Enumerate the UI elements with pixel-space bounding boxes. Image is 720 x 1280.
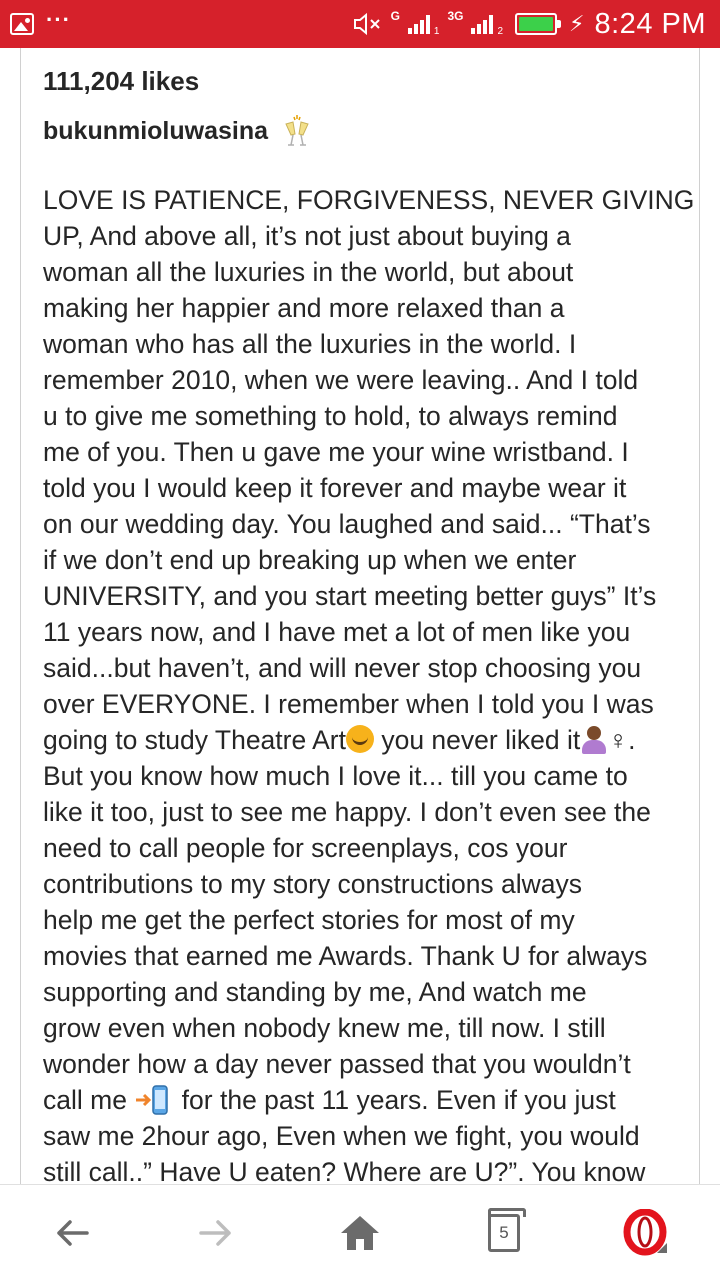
caption-line: But you know how much I love it... till …: [43, 761, 628, 791]
username-link[interactable]: bukunmioluwasina: [43, 117, 268, 146]
sim2-label: 2: [497, 26, 504, 37]
caption-line: woman all the luxuries in the world, but…: [43, 257, 574, 287]
caption-text: LOVE IS PATIENCE, FORGIVENESS, NEVER GIV…: [43, 182, 695, 1184]
caption-line-emoji: call me for the past 11 years. Even if y…: [43, 1082, 687, 1118]
forward-button[interactable]: [186, 1205, 246, 1261]
caption-segment: ♀.: [608, 725, 636, 755]
opera-logo-icon: [623, 1209, 667, 1256]
opera-menu-button[interactable]: [618, 1205, 678, 1261]
caption-line: like it too, just to see me happy. I don…: [43, 797, 651, 827]
caption-header: bukunmioluwasina: [43, 113, 687, 149]
tabs-icon: 5: [488, 1208, 526, 1252]
caption-line: movies that earned me Awards. Thank U fo…: [43, 941, 648, 971]
network-type-label: G: [390, 9, 400, 23]
caption-line: still call..” Have U eaten? Where are U?…: [43, 1157, 646, 1184]
image-notification-icon: [10, 13, 34, 35]
browser-bottom-nav: 5: [0, 1184, 720, 1280]
post-content[interactable]: 111,204 likes bukunmioluwasina LOVE IS P…: [20, 48, 700, 1184]
caption-segment: you never liked it: [373, 725, 581, 755]
arrow-left-icon: [57, 1220, 89, 1246]
caption-line: if we don’t end up breaking up when we e…: [43, 545, 577, 575]
caption-line-emoji: going to study Theatre Art you never lik…: [43, 722, 687, 758]
caption-line: wonder how a day never passed that you w…: [43, 1049, 631, 1079]
home-button[interactable]: [330, 1205, 390, 1261]
back-button[interactable]: [42, 1205, 102, 1261]
mobile-phone-arrow-emoji-icon: [136, 1085, 169, 1115]
charging-icon: ⚡︎: [569, 11, 585, 36]
network-type-label-2: 3G: [447, 9, 464, 23]
caption-line: grow even when nobody knew me, till now.…: [43, 1013, 606, 1043]
caption-line: on our wedding day. You laughed and said…: [43, 509, 651, 539]
caption-line: UP, And above all, it’s not just about b…: [43, 221, 571, 251]
caption-line: me of you. Then u gave me your wine wris…: [43, 437, 629, 467]
battery-icon: [515, 13, 562, 35]
clock: 8:24 PM: [594, 7, 706, 40]
status-bar: ··· G 1 3G 2 ⚡︎ 8:24 PM: [0, 0, 720, 48]
facepalm-woman-emoji-icon: [580, 724, 608, 754]
status-left: ···: [10, 0, 71, 48]
signal-sim1-icon: [407, 14, 430, 34]
sim1-label: 1: [433, 26, 440, 37]
signal-sim2-icon: [471, 14, 494, 34]
caption-line: LOVE IS PATIENCE, FORGIVENESS, NEVER GIV…: [43, 185, 695, 215]
rofl-emoji-icon: [345, 725, 374, 753]
tabs-button[interactable]: 5: [474, 1205, 534, 1261]
caption-line: told you I would keep it forever and may…: [43, 473, 627, 503]
caption-line: remember 2010, when we were leaving.. An…: [43, 365, 639, 395]
caption-line: supporting and standing by me, And watch…: [43, 977, 587, 1007]
caption-segment: call me: [43, 1085, 135, 1115]
battery-level: [519, 17, 554, 31]
home-icon: [341, 1216, 379, 1250]
caption-line: u to give me something to hold, to alway…: [43, 401, 618, 431]
caption-line: help me get the perfect stories for most…: [43, 905, 575, 935]
caption-line: over EVERYONE. I remember when I told yo…: [43, 689, 654, 719]
clinking-glasses-icon: [285, 115, 309, 146]
mute-icon: [353, 12, 380, 36]
more-notifications-icon: ···: [46, 7, 71, 32]
arrow-right-icon: [199, 1220, 231, 1246]
caption-segment: going to study Theatre Art: [43, 725, 346, 755]
caption-line: woman who has all the luxuries in the wo…: [43, 329, 577, 359]
caption-line: UNIVERSITY, and you start meeting better…: [43, 581, 657, 611]
caption-line: said...but haven’t, and will never stop …: [43, 653, 642, 683]
caption-line: contributions to my story constructions …: [43, 869, 583, 899]
tab-count: 5: [499, 1223, 509, 1242]
caption-line: saw me 2hour ago, Even when we fight, yo…: [43, 1121, 640, 1151]
caption-line: need to call people for screenplays, cos…: [43, 833, 568, 863]
status-right: G 1 3G 2 ⚡︎ 8:24 PM: [353, 0, 706, 48]
caption-segment: for the past 11 years. Even if you just: [174, 1085, 616, 1115]
likes-count[interactable]: 111,204 likes: [43, 65, 687, 97]
caption-line: 11 years now, and I have met a lot of me…: [43, 617, 631, 647]
caption-line: making her happier and more relaxed than…: [43, 293, 565, 323]
